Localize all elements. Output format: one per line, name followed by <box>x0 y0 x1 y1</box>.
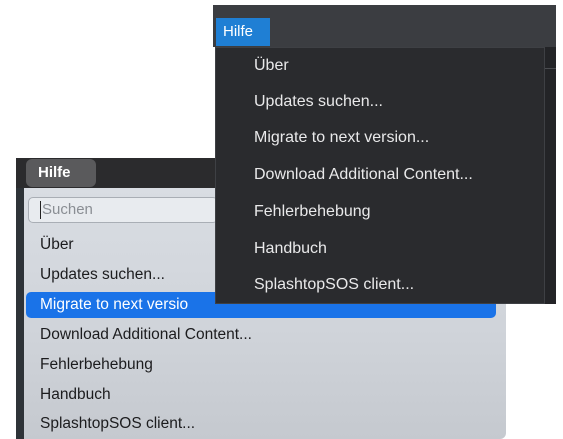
search-placeholder: Suchen <box>42 201 93 218</box>
menu-item-download-additional-content[interactable]: Download Additional Content... <box>26 322 496 348</box>
dark-menu-item-fehlerbehebung[interactable]: Fehlerbehebung <box>254 201 371 223</box>
background-window-edge <box>545 47 556 304</box>
text-caret <box>40 201 41 219</box>
menu-title-hilfe[interactable]: Hilfe <box>26 159 96 187</box>
dark-menu-item-migrate-to-next-version[interactable]: Migrate to next version... <box>254 127 429 149</box>
dark-menu-item-splashtopsos-client[interactable]: SplashtopSOS client... <box>254 274 414 296</box>
menu-item-fehlerbehebung[interactable]: Fehlerbehebung <box>26 352 496 378</box>
dark-menu-item-updates-suchen[interactable]: Updates suchen... <box>254 91 383 113</box>
menu-item-splashtopsos-client[interactable]: SplashtopSOS client... <box>26 411 496 437</box>
dark-menu-item-uber[interactable]: Über <box>254 55 289 77</box>
dark-menu-title-hilfe[interactable]: Hilfe <box>216 18 270 46</box>
menu-side-edge <box>16 188 24 439</box>
menu-item-handbuch[interactable]: Handbuch <box>26 382 496 408</box>
dark-menu-item-download-additional-content[interactable]: Download Additional Content... <box>254 164 473 186</box>
dark-menu-item-handbuch[interactable]: Handbuch <box>254 238 327 260</box>
background-divider <box>545 68 556 69</box>
